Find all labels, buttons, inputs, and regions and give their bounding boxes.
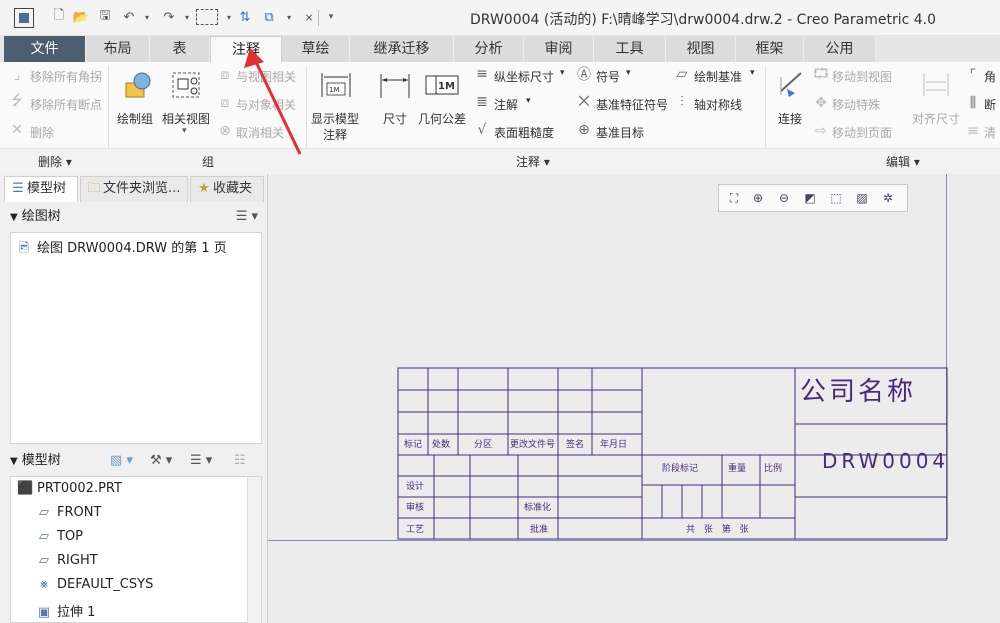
tutorial-arrow	[244, 48, 302, 155]
